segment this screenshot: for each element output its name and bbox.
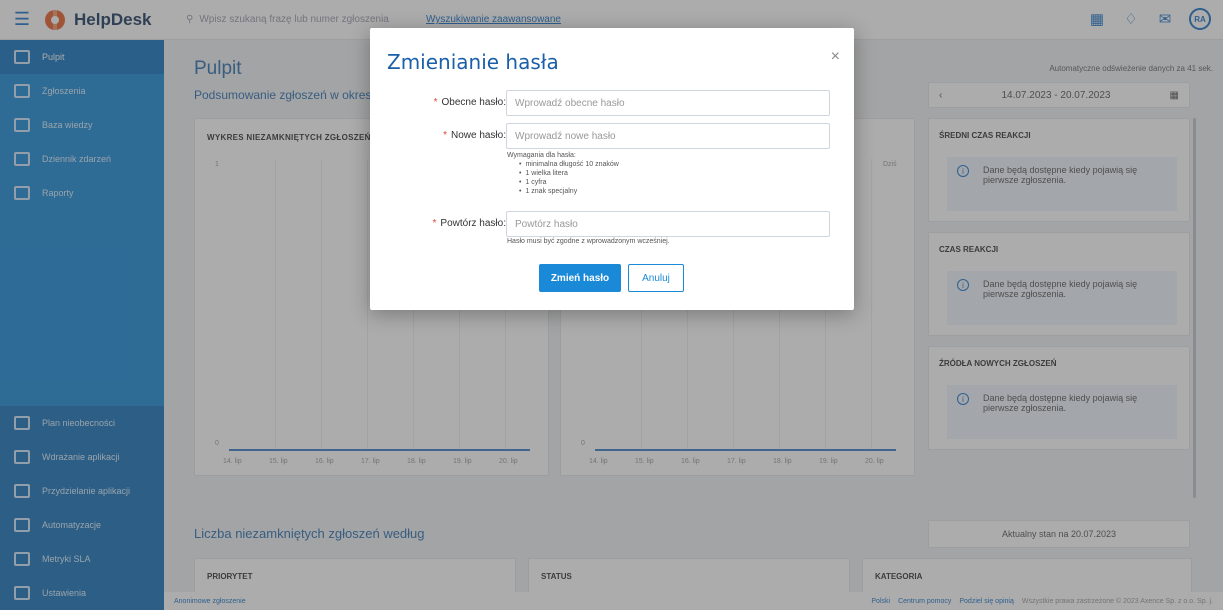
password-requirements: Wymagania dla hasła: minimalna długość 1… [507,151,619,196]
change-password-button[interactable]: Zmień hasło [539,264,621,292]
requirement-item: 1 wielka litera [519,169,619,178]
new-password-row: * Nowe hasło: [370,123,854,149]
dialog-title: Zmienianie hasła [387,50,559,74]
requirement-item: minimalna długość 10 znaków [519,160,618,169]
requirement-item: 1 cyfra [519,178,619,187]
repeat-password-input[interactable] [506,211,830,237]
repeat-password-hint: Hasło musi być zgodne z wprowadzonym wcz… [507,238,670,245]
close-icon[interactable]: × [831,48,840,66]
current-password-input[interactable] [506,90,830,116]
repeat-password-label: * Powtórz hasło: [432,218,507,229]
change-password-dialog: Zmienianie hasła × * Obecne hasło: * Nowe … [370,28,854,310]
new-password-label: * Nowe hasło: [443,130,506,141]
new-password-input[interactable] [506,123,830,149]
requirement-item: 1 znak specjalny [519,187,619,196]
repeat-password-row: * Powtórz hasło: [370,211,854,237]
cancel-button[interactable]: Anuluj [628,264,684,292]
current-password-row: * Obecne hasło: [370,90,854,116]
current-password-label: * Obecne hasło: [433,97,506,108]
requirements-title: Wymagania dla hasła: [507,152,576,159]
